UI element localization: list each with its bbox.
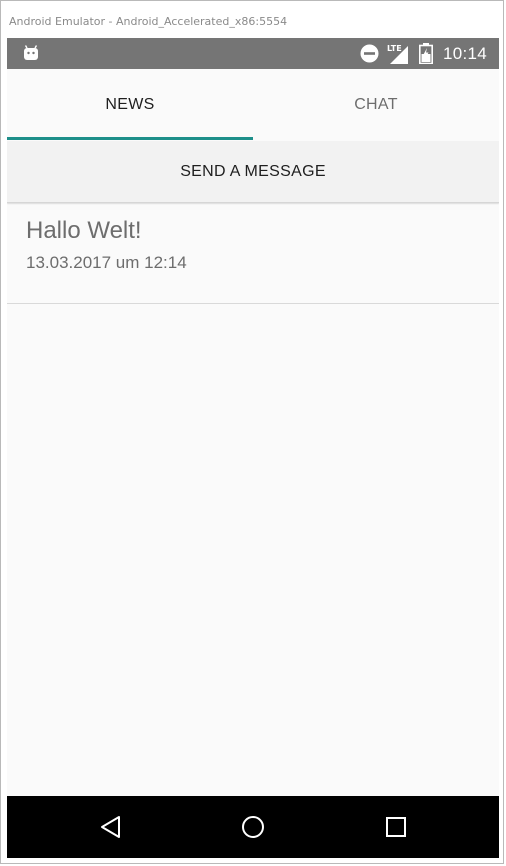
news-title: Hallo Welt! [26,217,142,244]
back-icon[interactable] [97,813,125,841]
window-titlebar[interactable]: Android Emulator - Android_Accelerated_x… [1,1,503,38]
recent-apps-icon[interactable] [382,813,410,841]
emulator-window: Android Emulator - Android_Accelerated_x… [0,0,504,864]
navigation-bar [7,796,499,858]
news-date: 13.03.2017 um 12:14 [26,253,187,272]
tab-chat[interactable]: CHAT [253,69,499,140]
network-type-label: LTE [387,44,402,53]
tab-selected-indicator [7,137,253,140]
tab-bar: NEWS CHAT [7,69,499,140]
send-message-label: SEND A MESSAGE [180,162,326,180]
signal-icon: LTE [387,44,408,64]
status-bar: LTE 10:14 [7,38,499,69]
tab-news-label: NEWS [105,95,155,113]
window-title: Android Emulator - Android_Accelerated_x… [9,15,288,28]
tab-news[interactable]: NEWS [7,69,253,140]
news-list-item[interactable]: Hallo Welt! 13.03.2017 um 12:14 [7,204,499,304]
device-screen: LTE 10:14 NEWS CHAT SEND A MESSAGE Hallo… [7,38,499,858]
home-icon[interactable] [239,813,267,841]
battery-icon [419,43,433,64]
android-icon [24,45,38,60]
tab-chat-label: CHAT [354,95,398,113]
do-not-disturb-icon [360,44,379,63]
news-list: Hallo Welt! 13.03.2017 um 12:14 [7,204,499,304]
status-clock: 10:14 [443,44,488,63]
send-message-button[interactable]: SEND A MESSAGE [7,141,499,203]
